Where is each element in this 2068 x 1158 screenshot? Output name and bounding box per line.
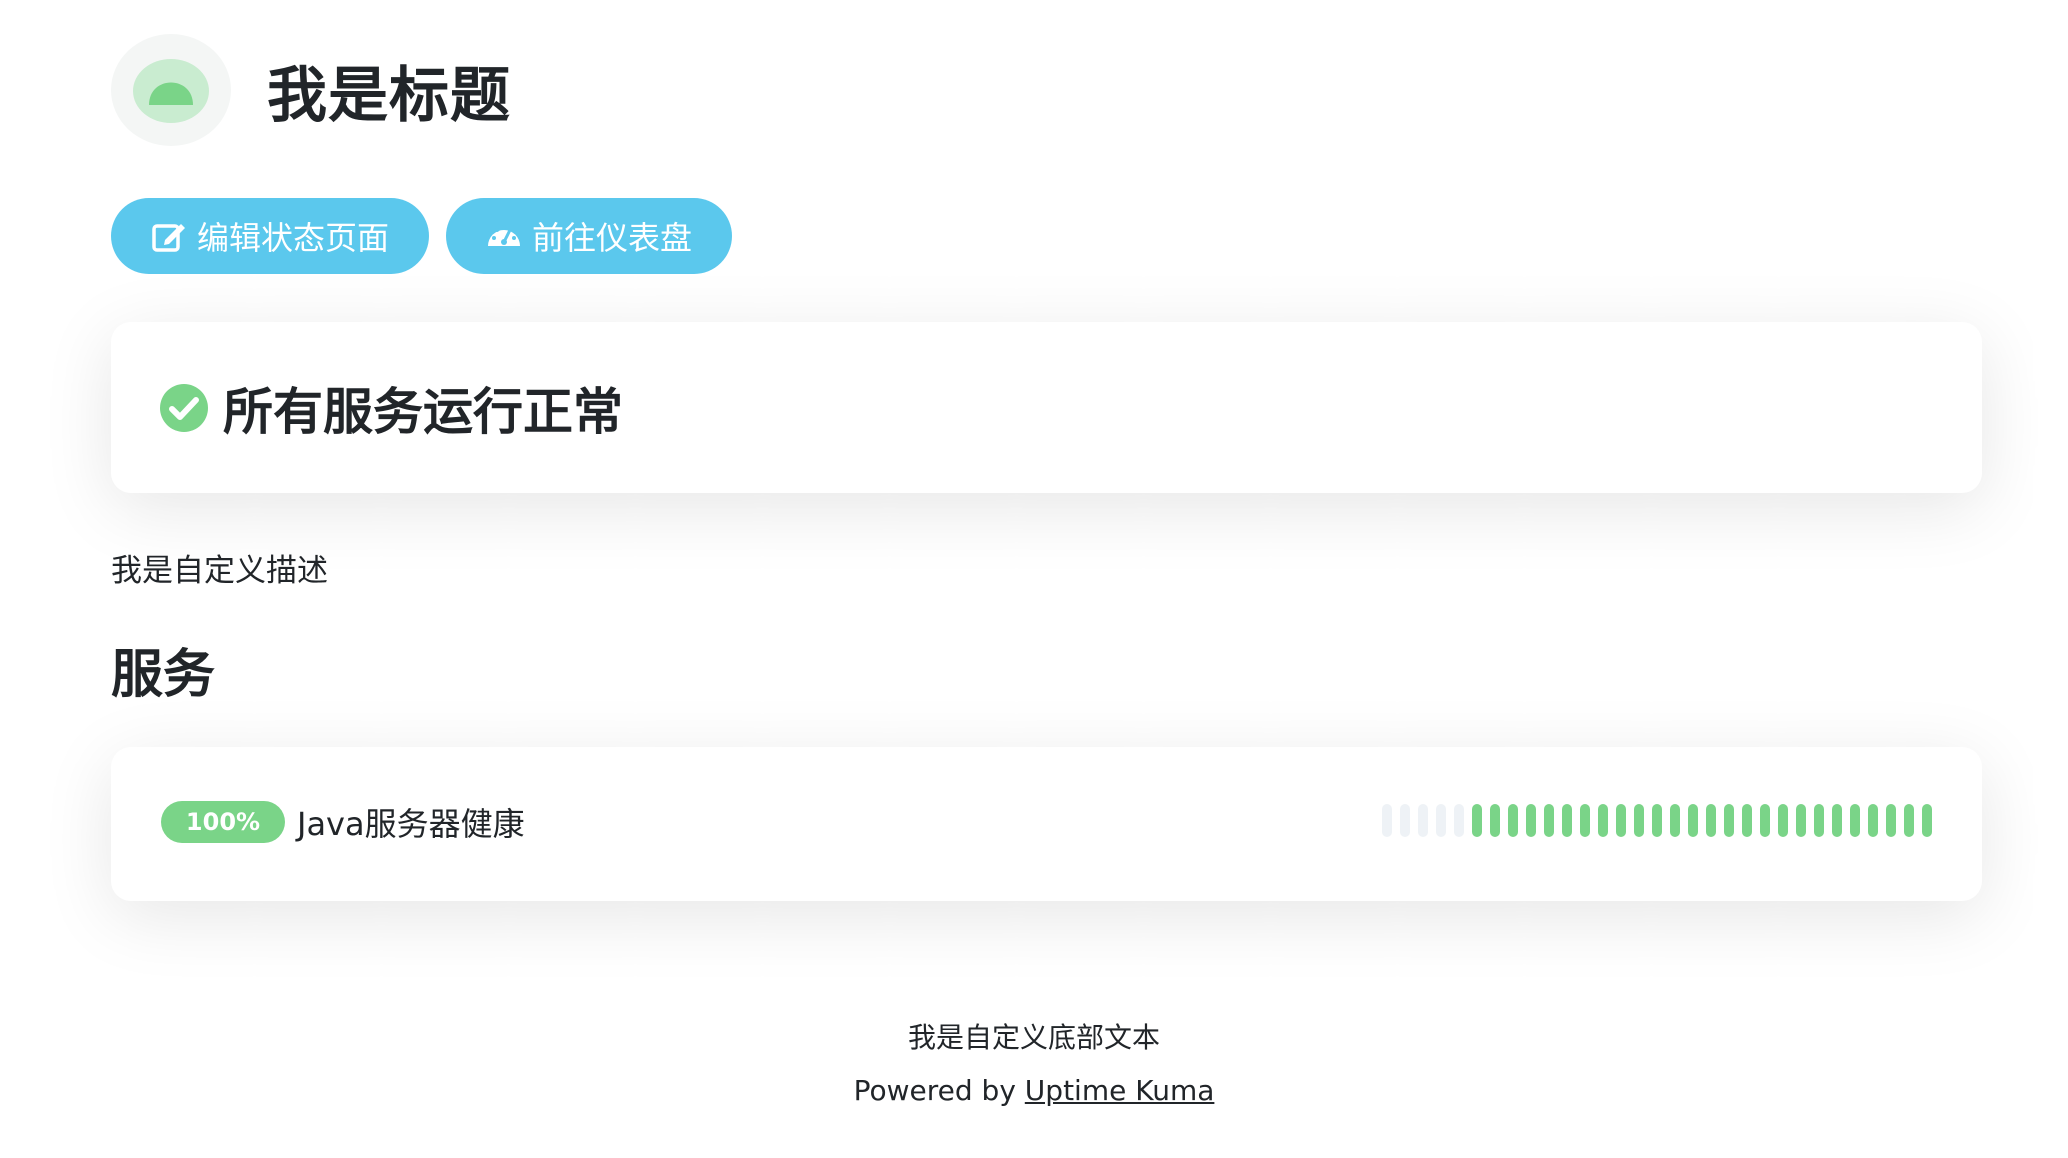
heartbeat-up[interactable]	[1814, 804, 1824, 837]
page-header: 我是标题	[111, 34, 511, 146]
edit-status-page-button[interactable]: 编辑状态页面	[111, 198, 430, 274]
go-to-dashboard-button[interactable]: 前往仪表盘	[446, 198, 733, 274]
heartbeat-up[interactable]	[1508, 804, 1518, 837]
heartbeat-up[interactable]	[1868, 804, 1878, 837]
go-to-dashboard-label: 前往仪表盘	[532, 219, 693, 257]
overall-status-text: 所有服务运行正常	[223, 382, 623, 441]
uptime-kuma-link[interactable]: Uptime Kuma	[1025, 1074, 1215, 1107]
heartbeat-up[interactable]	[1922, 804, 1932, 837]
heartbeat-up[interactable]	[1472, 804, 1482, 837]
heartbeat-up[interactable]	[1904, 804, 1914, 837]
heartbeat-up[interactable]	[1544, 804, 1554, 837]
heartbeat-up[interactable]	[1706, 804, 1716, 837]
status-page: 我是标题 编辑状态页面 前往仪表盘 所有服务运行正常 我是自定义描述 服务 10…	[0, 0, 2068, 1158]
powered-by: Powered by Uptime Kuma	[0, 1074, 2068, 1107]
heartbeat-up[interactable]	[1616, 804, 1626, 837]
heartbeat-up[interactable]	[1778, 804, 1788, 837]
heartbeat-up[interactable]	[1886, 804, 1896, 837]
heartbeat-up[interactable]	[1724, 804, 1734, 837]
heartbeat-empty	[1382, 804, 1392, 837]
page-description: 我是自定义描述	[111, 553, 328, 589]
heartbeat-up[interactable]	[1652, 804, 1662, 837]
page-title: 我是标题	[267, 60, 511, 131]
heartbeat-up[interactable]	[1688, 804, 1698, 837]
heartbeat-up[interactable]	[1670, 804, 1680, 837]
heartbeat-up[interactable]	[1562, 804, 1572, 837]
service-list-card: 100% Java服务器健康	[111, 747, 1982, 901]
service-item: 100% Java服务器健康	[161, 799, 525, 845]
edit-status-page-label: 编辑状态页面	[197, 219, 390, 257]
bulb-logo-icon	[133, 59, 209, 123]
heartbeat-bar	[1382, 804, 1932, 837]
logo	[111, 34, 231, 146]
heartbeat-up[interactable]	[1760, 804, 1770, 837]
dashboard-icon	[486, 218, 522, 254]
service-name[interactable]: Java服务器健康	[297, 799, 525, 845]
heartbeat-empty	[1436, 804, 1446, 837]
action-buttons: 编辑状态页面 前往仪表盘	[111, 198, 733, 274]
heartbeat-up[interactable]	[1742, 804, 1752, 837]
heartbeat-empty	[1454, 804, 1464, 837]
heartbeat-up[interactable]	[1850, 804, 1860, 837]
services-heading: 服务	[111, 645, 216, 705]
heartbeat-empty	[1418, 804, 1428, 837]
heartbeat-up[interactable]	[1634, 804, 1644, 837]
powered-by-prefix: Powered by	[853, 1074, 1025, 1107]
heartbeat-empty	[1400, 804, 1410, 837]
edit-icon	[151, 218, 187, 254]
heartbeat-up[interactable]	[1580, 804, 1590, 837]
heartbeat-up[interactable]	[1526, 804, 1536, 837]
heartbeat-up[interactable]	[1490, 804, 1500, 837]
overall-status-card: 所有服务运行正常	[111, 322, 1982, 493]
uptime-badge: 100%	[161, 801, 285, 843]
heartbeat-up[interactable]	[1598, 804, 1608, 837]
heartbeat-up[interactable]	[1796, 804, 1806, 837]
footer-text: 我是自定义底部文本	[907, 1021, 1160, 1054]
check-circle-icon	[160, 383, 208, 432]
heartbeat-up[interactable]	[1832, 804, 1842, 837]
